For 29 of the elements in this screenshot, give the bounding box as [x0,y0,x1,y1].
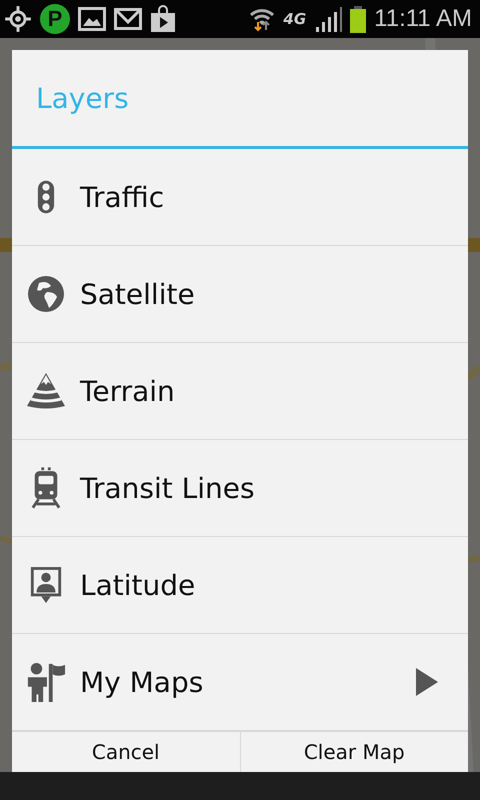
person-pin-icon [29,565,63,605]
app-badge: P [40,4,70,34]
signal-icon [314,6,342,32]
layer-item[interactable]: Terrain [12,343,468,440]
battery-icon [350,6,366,32]
mail-icon [114,8,142,30]
shopping-bag-icon [150,5,176,33]
layer-label: Satellite [80,278,196,310]
layer-item[interactable]: My Maps [12,634,468,731]
gps-icon [4,5,32,33]
person-flag-icon [26,662,66,702]
traffic-light-icon [37,178,55,216]
layer-label: My Maps [80,666,204,698]
train-icon [31,467,61,509]
layer-item[interactable]: Traffic [12,149,468,246]
layer-item[interactable]: Latitude [12,537,468,634]
globe-icon [27,275,65,313]
layer-label: Transit Lines [80,472,256,504]
layer-item[interactable]: Satellite [12,246,468,343]
network-type: 4G [283,10,306,28]
layer-label: Terrain [80,374,176,408]
layer-label: Traffic [80,180,166,214]
mountain-icon [26,372,66,410]
image-icon [78,7,106,31]
wifi-icon [249,6,276,32]
dialog-title: Layers [35,80,130,116]
clock: 11:11 AM [374,5,472,33]
layer-label: Latitude [80,568,196,602]
layer-item[interactable]: Transit Lines [12,440,468,537]
